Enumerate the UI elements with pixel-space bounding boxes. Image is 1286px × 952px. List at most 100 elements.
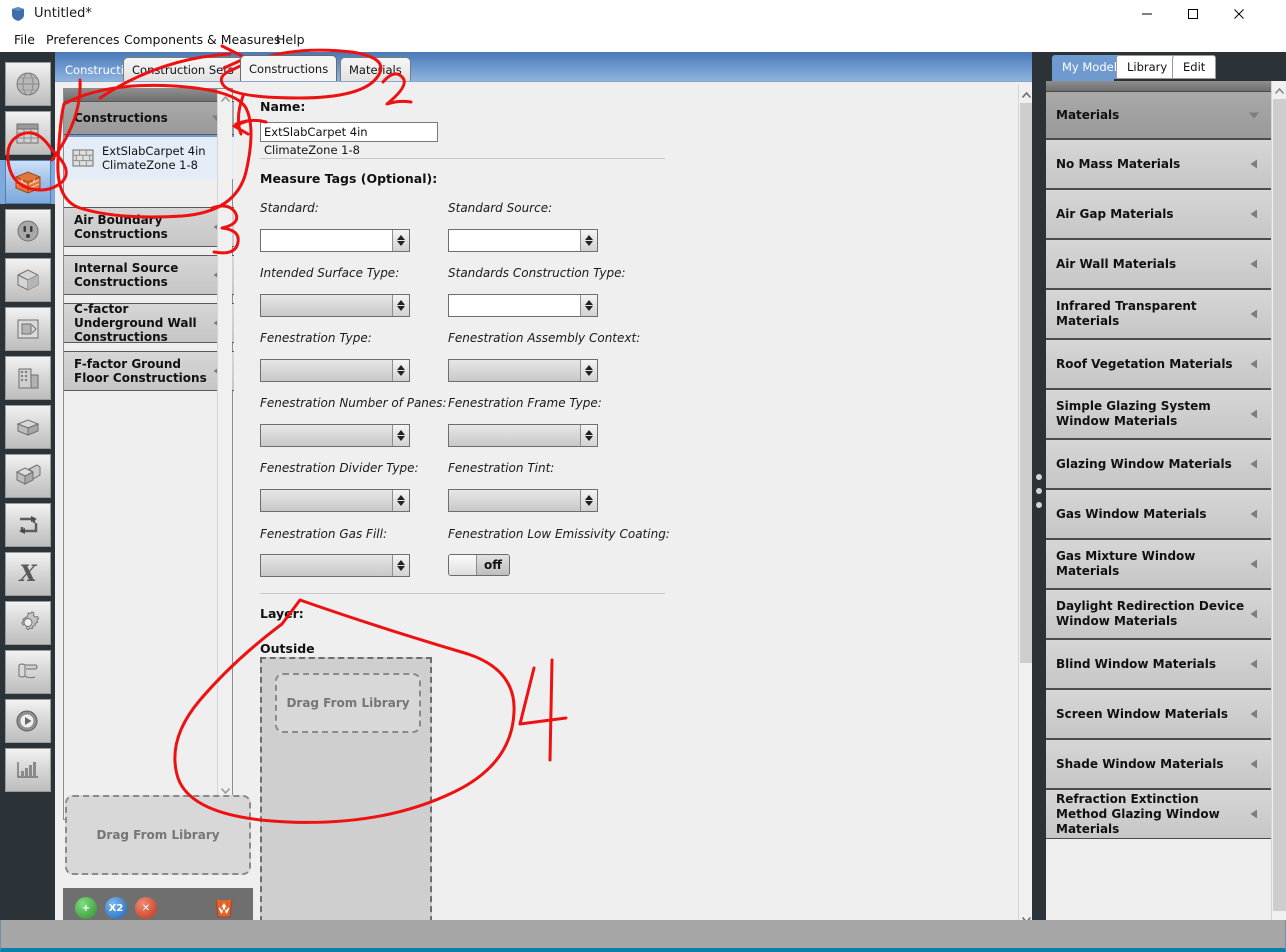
menu-file[interactable]: File bbox=[12, 32, 37, 50]
accordion-materials[interactable]: Materials bbox=[1046, 91, 1271, 139]
form-panel-scrollbar[interactable] bbox=[1018, 85, 1033, 935]
minimize-button[interactable] bbox=[1124, 0, 1170, 28]
toolbar-spaces-button[interactable] bbox=[5, 405, 51, 449]
accordion-no-mass-materials[interactable]: No Mass Materials bbox=[1046, 139, 1271, 189]
fenestration-assembly-context-combobox[interactable] bbox=[448, 359, 598, 382]
accordion-gas-mixture-window-materials[interactable]: Gas Mixture Window Materials bbox=[1046, 539, 1271, 589]
tab-edit[interactable]: Edit bbox=[1172, 55, 1217, 79]
fenestration-number-of-panes-value[interactable] bbox=[261, 425, 392, 446]
toolbar-simulation-settings-button[interactable] bbox=[5, 601, 51, 645]
close-button[interactable] bbox=[1216, 0, 1262, 28]
spinner-arrows-icon[interactable] bbox=[580, 490, 597, 511]
accordion-air-wall-materials[interactable]: Air Wall Materials bbox=[1046, 239, 1271, 289]
standard-combobox[interactable] bbox=[260, 229, 410, 252]
fenestration-gas-fill-combobox[interactable] bbox=[260, 554, 410, 577]
tab-materials[interactable]: Materials bbox=[340, 57, 411, 81]
accordion-air-boundary-constructions[interactable]: Air Boundary Constructions bbox=[64, 207, 234, 247]
menu-help[interactable]: Help bbox=[274, 32, 307, 50]
low-emissivity-coating-toggle[interactable]: off bbox=[448, 554, 510, 576]
spinner-arrows-icon[interactable] bbox=[392, 230, 409, 251]
fenestration-divider-type-combobox[interactable] bbox=[260, 489, 410, 512]
scroll-up-icon[interactable] bbox=[1272, 84, 1286, 99]
layer-slot[interactable]: Drag From Library bbox=[260, 657, 432, 942]
accordion-gas-window-materials[interactable]: Gas Window Materials bbox=[1046, 489, 1271, 539]
library-panel-scrollbar[interactable] bbox=[1271, 81, 1286, 920]
accordion-air-gap-materials[interactable]: Air Gap Materials bbox=[1046, 189, 1271, 239]
tab-construction-sets[interactable]: Construction Sets bbox=[123, 57, 243, 81]
panel-splitter[interactable] bbox=[1032, 52, 1046, 920]
fenestration-gas-fill-value[interactable] bbox=[261, 555, 392, 576]
maximize-button[interactable] bbox=[1170, 0, 1216, 28]
fenestration-assembly-context-value[interactable] bbox=[449, 360, 580, 381]
spinner-arrows-icon[interactable] bbox=[392, 555, 409, 576]
toolbar-facility-button[interactable] bbox=[5, 356, 51, 400]
scrollbar-thumb[interactable] bbox=[1273, 99, 1286, 911]
menu-preferences[interactable]: Preferences bbox=[44, 32, 122, 50]
caret-left-icon bbox=[1247, 557, 1261, 571]
left-panel-drag-from-library[interactable]: Drag From Library bbox=[65, 795, 251, 875]
standards-construction-type-combobox[interactable] bbox=[448, 294, 598, 317]
spinner-arrows-icon[interactable] bbox=[580, 295, 597, 316]
spinner-arrows-icon[interactable] bbox=[580, 360, 597, 381]
toolbar-results-button[interactable] bbox=[5, 748, 51, 792]
toolbar-space-types-button[interactable] bbox=[5, 258, 51, 302]
standard-source-combobox[interactable] bbox=[448, 229, 598, 252]
toolbar-measures-button[interactable] bbox=[5, 650, 51, 694]
fenestration-type-value[interactable] bbox=[261, 360, 392, 381]
add-button[interactable]: + bbox=[75, 897, 97, 919]
accordion-daylight-redirection-device-window-materials[interactable]: Daylight Redirection Device Window Mater… bbox=[1046, 589, 1271, 639]
accordion-c-factor-underground-wall-constructions[interactable]: C-factor Underground Wall Constructions bbox=[64, 302, 234, 344]
toolbar-hvac-button[interactable] bbox=[5, 503, 51, 547]
toolbar-run-button[interactable] bbox=[5, 699, 51, 743]
standards-construction-type-value[interactable] bbox=[449, 295, 580, 316]
fenestration-tint-combobox[interactable] bbox=[448, 489, 598, 512]
accordion-refraction-extinction-method-glazing-window-materials[interactable]: Refraction Extinction Method Glazing Win… bbox=[1046, 789, 1271, 839]
spinner-arrows-icon[interactable] bbox=[392, 295, 409, 316]
left-panel-scrollbar[interactable] bbox=[217, 89, 232, 819]
intended-surface-type-combobox[interactable] bbox=[260, 294, 410, 317]
fenestration-type-combobox[interactable] bbox=[260, 359, 410, 382]
accordion-f-factor-label: F-factor Ground Floor Constructions bbox=[74, 357, 207, 385]
toolbar-geometry-button[interactable] bbox=[5, 307, 51, 351]
accordion-screen-window-materials[interactable]: Screen Window Materials bbox=[1046, 689, 1271, 739]
accordion-simple-glazing-system-window-materials[interactable]: Simple Glazing System Window Materials bbox=[1046, 389, 1271, 439]
tab-library[interactable]: Library bbox=[1116, 55, 1179, 79]
spinner-arrows-icon[interactable] bbox=[392, 360, 409, 381]
toolbar-thermal-zones-button[interactable] bbox=[5, 454, 51, 498]
name-input[interactable]: ExtSlabCarpet 4in ClimateZone 1-8 bbox=[260, 122, 438, 157]
remove-button[interactable]: ✕ bbox=[135, 897, 157, 919]
intended-surface-type-value[interactable] bbox=[261, 295, 392, 316]
list-item-extslabcarpet[interactable]: ExtSlabCarpet 4in ClimateZone 1-8 bbox=[64, 135, 234, 179]
accordion-blind-window-materials[interactable]: Blind Window Materials bbox=[1046, 639, 1271, 689]
accordion-internal-source-constructions[interactable]: Internal Source Constructions bbox=[64, 255, 234, 295]
accordion-infrared-transparent-materials[interactable]: Infrared Transparent Materials bbox=[1046, 289, 1271, 339]
accordion-f-factor-ground-floor-constructions[interactable]: F-factor Ground Floor Constructions bbox=[64, 351, 234, 391]
toolbar-site-button[interactable] bbox=[5, 62, 51, 106]
spinner-arrows-icon[interactable] bbox=[392, 490, 409, 511]
loads-outlet-icon bbox=[14, 218, 42, 244]
toolbar-loads-button[interactable] bbox=[5, 209, 51, 253]
fenestration-frame-type-combobox[interactable] bbox=[448, 424, 598, 447]
toolbar-schedules-button[interactable] bbox=[5, 111, 51, 155]
menu-components-measures[interactable]: Components & Measures bbox=[122, 32, 282, 50]
tab-constructions[interactable]: Constructions bbox=[240, 55, 338, 81]
fenestration-divider-type-value[interactable] bbox=[261, 490, 392, 511]
accordion-glazing-window-materials[interactable]: Glazing Window Materials bbox=[1046, 439, 1271, 489]
fenestration-frame-type-value[interactable] bbox=[449, 425, 580, 446]
toolbar-variables-button[interactable]: X bbox=[5, 552, 51, 596]
scroll-up-icon[interactable] bbox=[218, 92, 233, 107]
spinner-arrows-icon[interactable] bbox=[392, 425, 409, 446]
accordion-roof-vegetation-materials[interactable]: Roof Vegetation Materials bbox=[1046, 339, 1271, 389]
layer-drag-from-library[interactable]: Drag From Library bbox=[275, 673, 421, 733]
accordion-shade-window-materials[interactable]: Shade Window Materials bbox=[1046, 739, 1271, 789]
fenestration-number-of-panes-combobox[interactable] bbox=[260, 424, 410, 447]
duplicate-button[interactable]: X2 bbox=[105, 897, 127, 919]
purge-button[interactable] bbox=[213, 895, 235, 922]
accordion-constructions[interactable]: Constructions bbox=[64, 101, 234, 135]
standard-source-value[interactable] bbox=[449, 230, 580, 251]
fenestration-tint-value[interactable] bbox=[449, 490, 580, 511]
spinner-arrows-icon[interactable] bbox=[580, 425, 597, 446]
standard-value[interactable] bbox=[261, 230, 392, 251]
spinner-arrows-icon[interactable] bbox=[580, 230, 597, 251]
toolbar-constructions-button[interactable] bbox=[5, 160, 51, 204]
